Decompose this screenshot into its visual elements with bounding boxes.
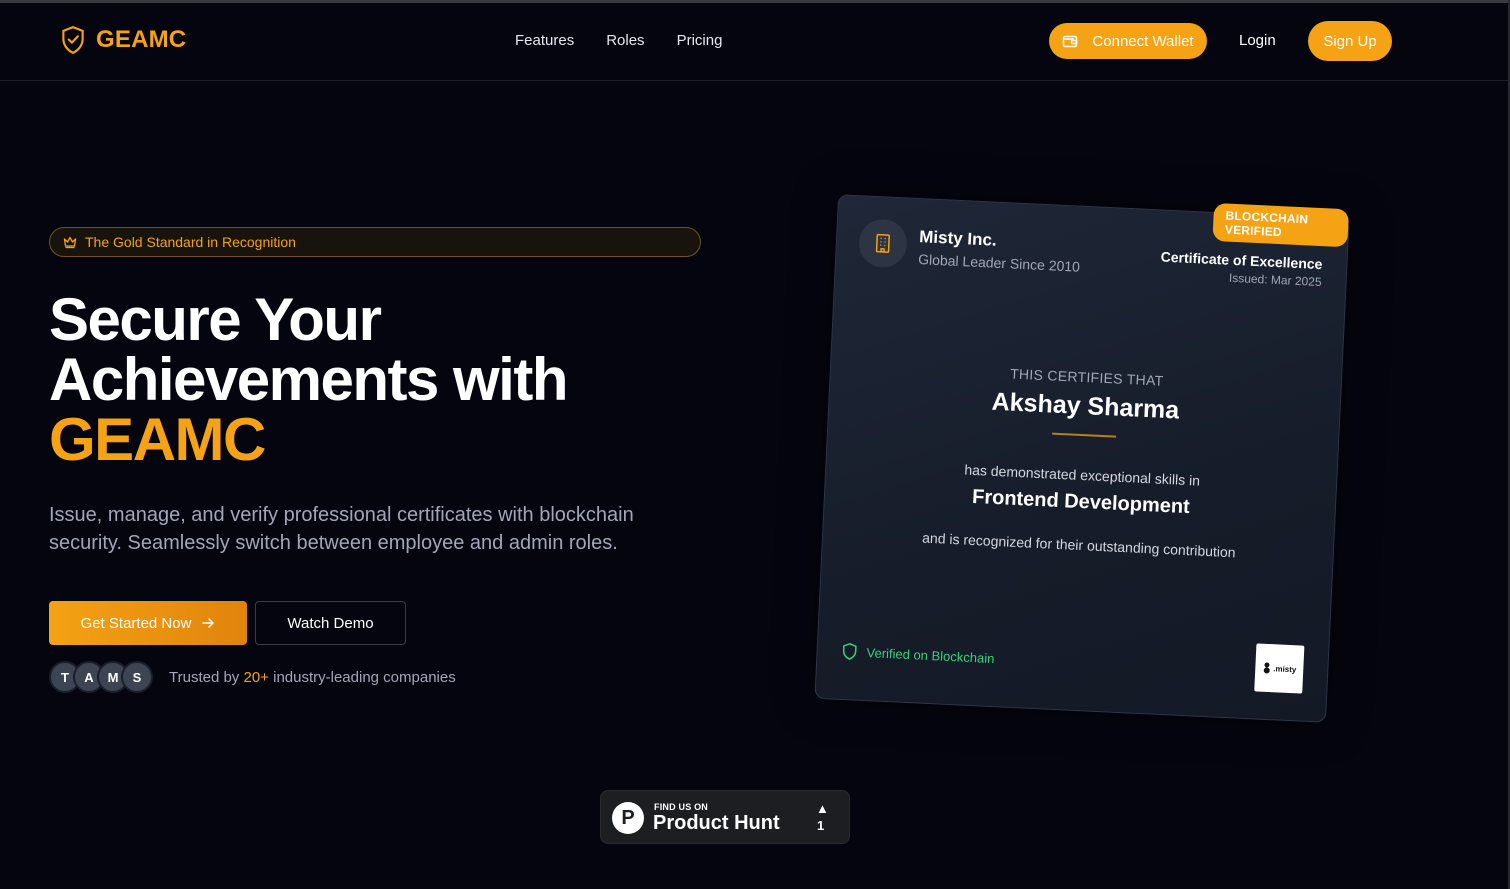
misty-logo-text: .misty bbox=[1273, 663, 1297, 674]
wallet-icon bbox=[1063, 35, 1078, 48]
watch-demo-button[interactable]: Watch Demo bbox=[255, 601, 406, 645]
shield-icon bbox=[842, 643, 857, 660]
hero-title-line-1: Secure Your bbox=[49, 286, 382, 353]
blockchain-verified-badge: BLOCKCHAIN VERIFIED bbox=[1212, 202, 1350, 248]
watch-demo-label: Watch Demo bbox=[287, 614, 374, 632]
hero-title-line-2: Achievements with bbox=[49, 346, 569, 413]
product-hunt-badge[interactable]: P FIND US ON Product Hunt ▲ 1 bbox=[600, 790, 850, 844]
product-hunt-logo-icon: P bbox=[612, 802, 644, 834]
logo-text: GEAMC bbox=[96, 26, 187, 53]
nav-features[interactable]: Features bbox=[515, 32, 574, 49]
hero-title-accent: GEAMC bbox=[49, 406, 266, 473]
hero-badge-text: The Gold Standard in Recognition bbox=[85, 234, 296, 250]
cert-type: Certificate of Excellence bbox=[1160, 248, 1323, 273]
cert-verified-status: Verified on Blockchain bbox=[841, 642, 995, 667]
logo[interactable]: GEAMC bbox=[60, 25, 186, 55]
hero-description: Issue, manage, and verify professional c… bbox=[49, 504, 634, 554]
trusted-suffix: industry-leading companies bbox=[268, 669, 456, 686]
hero-badge: The Gold Standard in Recognition bbox=[49, 227, 701, 257]
trusted-prefix: Trusted by bbox=[169, 669, 244, 686]
upvote-arrow-icon: ▲ bbox=[816, 801, 829, 816]
shield-check-icon bbox=[62, 26, 84, 54]
nav-pricing[interactable]: Pricing bbox=[677, 32, 723, 49]
trusted-count: 20+ bbox=[243, 669, 269, 686]
connect-wallet-button[interactable]: Connect Wallet bbox=[1049, 23, 1207, 59]
site-header: GEAMC Features Roles Pricing Connect Wal… bbox=[0, 3, 1508, 81]
hero-title: Secure Your Achievements with GEAMC bbox=[49, 290, 749, 470]
cert-divider bbox=[1052, 432, 1117, 438]
connect-wallet-label: Connect Wallet bbox=[1092, 32, 1194, 50]
nav-roles[interactable]: Roles bbox=[606, 32, 644, 49]
main-nav: Features Roles Pricing bbox=[515, 32, 722, 49]
avatar: S bbox=[121, 661, 153, 693]
product-hunt-find-label: FIND US ON bbox=[654, 802, 709, 812]
trusted-text: Trusted by 20+ industry-leading companie… bbox=[169, 669, 456, 686]
company-icon-wrapper bbox=[857, 218, 909, 269]
signup-label: Sign Up bbox=[1323, 32, 1377, 50]
brand-mark-icon bbox=[1263, 662, 1270, 674]
signup-button[interactable]: Sign Up bbox=[1308, 21, 1392, 61]
cert-verified-label: Verified on Blockchain bbox=[866, 644, 995, 666]
get-started-label: Get Started Now bbox=[80, 614, 192, 632]
get-started-button[interactable]: Get Started Now bbox=[49, 601, 247, 645]
arrow-right-icon bbox=[202, 618, 215, 628]
cert-company-subtitle: Global Leader Since 2010 bbox=[917, 251, 1081, 275]
product-hunt-name: Product Hunt bbox=[653, 812, 780, 834]
login-button[interactable]: Login bbox=[1239, 32, 1276, 49]
certificate-card: BLOCKCHAIN VERIFIED Misty Inc. Global Le… bbox=[814, 194, 1350, 723]
cert-issued-date: Issued: Mar 2025 bbox=[1228, 270, 1322, 290]
trusted-avatars: T A M S bbox=[49, 661, 153, 693]
cert-company-name: Misty Inc. bbox=[918, 227, 998, 250]
product-hunt-vote-count: 1 bbox=[817, 818, 825, 833]
building-icon bbox=[875, 233, 891, 253]
misty-logo: .misty bbox=[1254, 643, 1305, 694]
crown-icon bbox=[63, 236, 77, 249]
cert-contribution-text: and is recognized for their outstanding … bbox=[921, 529, 1236, 561]
